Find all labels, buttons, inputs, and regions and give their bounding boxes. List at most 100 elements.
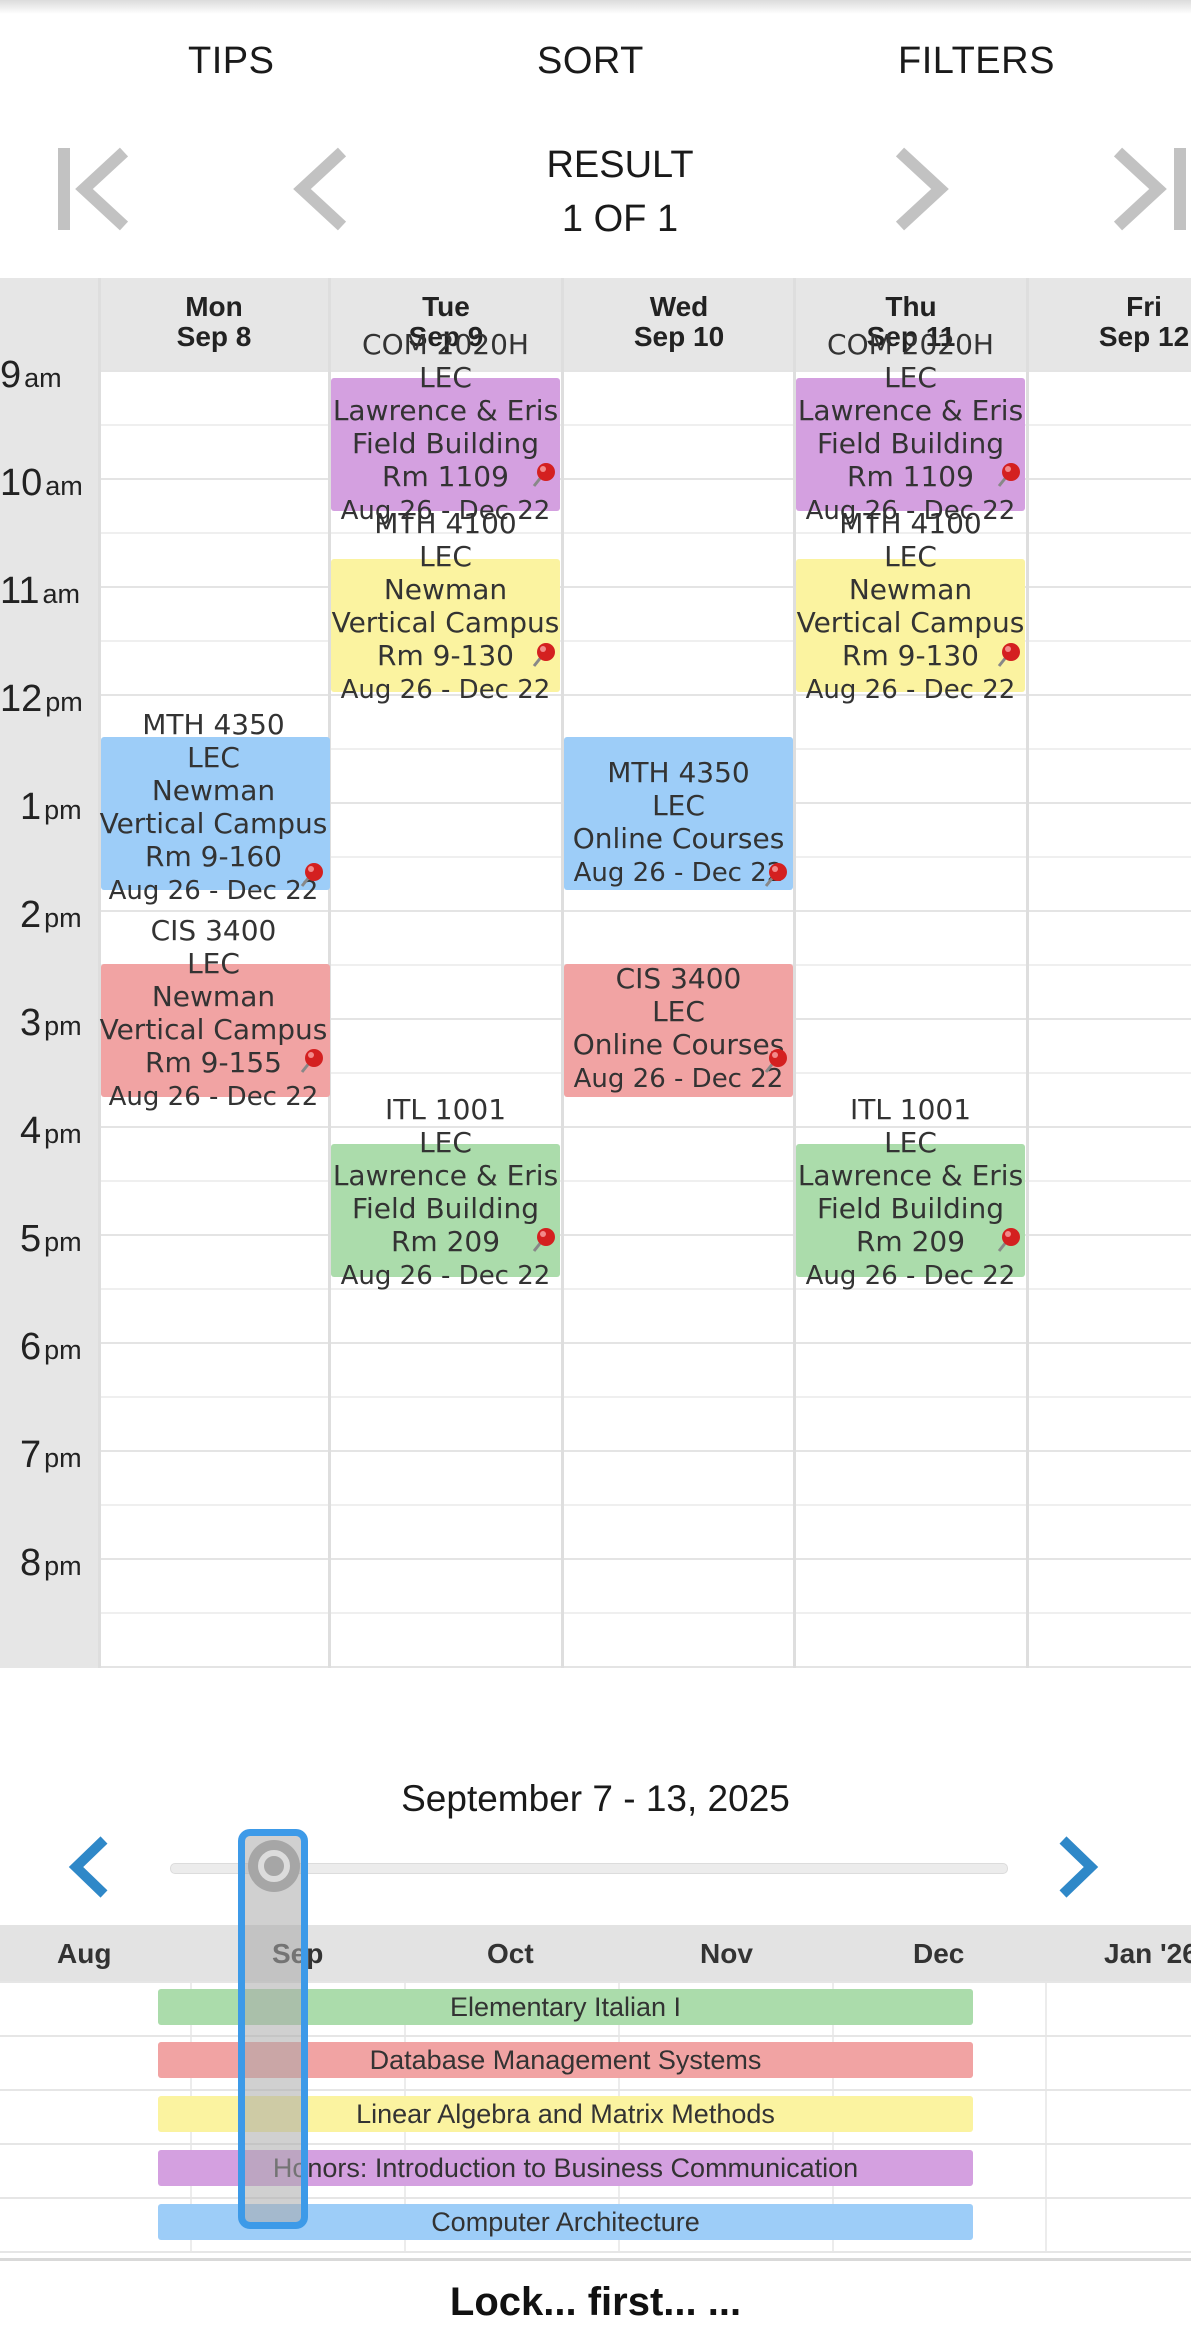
time-hour: 4: [20, 1110, 42, 1152]
event-title: ITL 1001: [384, 1093, 507, 1126]
event-type: LEC: [652, 789, 705, 822]
time-ampm: pm: [44, 1335, 82, 1365]
week-forward-icon[interactable]: [1055, 1834, 1103, 1900]
time-ampm: pm: [44, 1119, 82, 1149]
event-type: LEC: [884, 540, 937, 573]
pin-icon[interactable]: [528, 640, 558, 670]
time-label: 6 pm: [0, 1326, 115, 1369]
time-ampm: pm: [44, 1551, 82, 1581]
event-room: Lawrence & Eris Field Building Rm 1109: [332, 394, 559, 493]
time-hour: 5: [20, 1218, 42, 1260]
time-ampm: am: [24, 363, 62, 393]
time-label: 10 am: [0, 462, 95, 505]
event-dates: Aug 26 - Dec 22: [108, 1082, 319, 1112]
pin-icon[interactable]: [993, 460, 1023, 490]
day-of-week: Mon: [185, 291, 243, 322]
row-line: [0, 2251, 1191, 2253]
event-text: ITL 1001 LEC Lawrence & Eris Field Build…: [796, 1093, 1025, 1293]
event-room: Lawrence & Eris Field Building Rm 209: [332, 1159, 559, 1258]
next-page-icon[interactable]: [892, 146, 952, 232]
month-divider: [1045, 1981, 1047, 2251]
time-ampm: am: [42, 579, 80, 609]
day-of-week: Thu: [885, 291, 937, 322]
month-label: Jan '26: [1104, 1938, 1191, 1969]
pin-icon[interactable]: [528, 460, 558, 490]
week-slider-knob[interactable]: [248, 1840, 300, 1892]
time-ampm: pm: [44, 795, 82, 825]
month-label: Aug: [57, 1938, 112, 1969]
day-header-mon: Mon Sep 8: [99, 292, 329, 352]
event-text: COM 2020H LEC Lawrence & Eris Field Buil…: [796, 328, 1025, 528]
last-page-icon[interactable]: [1110, 146, 1191, 232]
time-label: 5 pm: [0, 1218, 115, 1261]
event-text: COM 2020H LEC Lawrence & Eris Field Buil…: [331, 328, 560, 528]
time-ampm: pm: [44, 1227, 82, 1257]
event-room: Online Courses: [572, 822, 785, 855]
time-hour: 8: [20, 1542, 42, 1584]
event-text: ITL 1001 LEC Lawrence & Eris Field Build…: [331, 1093, 560, 1293]
event-title: MTH 4100: [839, 507, 982, 540]
event-type: LEC: [419, 540, 472, 573]
event-type: LEC: [187, 947, 240, 980]
event-text: CIS 3400 LEC Newman Vertical Campus Rm 9…: [99, 914, 328, 1114]
sort-button[interactable]: SORT: [537, 40, 644, 83]
event-title: MTH 4100: [374, 507, 517, 540]
event-type: LEC: [884, 361, 937, 394]
time-label: 3 pm: [0, 1002, 115, 1045]
day-header-fri: Fri Sep 12: [1029, 292, 1191, 352]
day-of-week: Fri: [1126, 291, 1162, 322]
row-line: [0, 2197, 1191, 2199]
event-dates: Aug 26 - Dec 22: [108, 876, 319, 906]
filters-button[interactable]: FILTERS: [898, 40, 1055, 83]
row-line: [0, 2035, 1191, 2037]
event-title: CIS 3400: [150, 914, 277, 947]
row-line: [0, 2143, 1191, 2145]
result-count: 1 OF 1: [561, 198, 679, 240]
event-text: MTH 4350 LEC Newman Vertical Campus Rm 9…: [99, 708, 328, 908]
bottom-panel-title: Lock... first... ...: [449, 2280, 742, 2324]
pin-icon[interactable]: [993, 640, 1023, 670]
time-hour: 10: [0, 462, 43, 504]
event-room: Online Courses: [572, 1028, 785, 1061]
event-dates: Aug 26 - Dec 22: [573, 1064, 784, 1094]
event-text: MTH 4100 LEC Newman Vertical Campus Rm 9…: [796, 507, 1025, 707]
event-room: Newman Vertical Campus Rm 9-130: [796, 573, 1025, 672]
day-date: Sep 12: [1098, 321, 1190, 352]
event-title: COM 2020H: [362, 328, 529, 361]
time-hour: 3: [20, 1002, 42, 1044]
month-header: [0, 1925, 1191, 1981]
week-range-label: September 7 - 13, 2025: [401, 1778, 790, 1819]
day-date: Sep 8: [176, 321, 252, 352]
month-label: Oct: [487, 1938, 534, 1969]
pin-icon[interactable]: [296, 1046, 326, 1076]
tips-button[interactable]: TIPS: [188, 40, 274, 83]
result-label: RESULT: [546, 144, 694, 186]
pin-icon[interactable]: [993, 1225, 1023, 1255]
time-ampm: am: [45, 471, 83, 501]
event-type: LEC: [652, 995, 705, 1028]
result-counter: RESULT 1 OF 1: [500, 138, 740, 246]
event-text: MTH 4350 LEC Online Courses Aug 26 - Dec…: [564, 756, 793, 890]
time-hour: 11: [0, 570, 40, 612]
pin-icon[interactable]: [760, 860, 790, 890]
event-title: ITL 1001: [849, 1093, 972, 1126]
pin-icon[interactable]: [528, 1225, 558, 1255]
event-room: Lawrence & Eris Field Building Rm 1109: [797, 394, 1024, 493]
event-type: LEC: [884, 1126, 937, 1159]
event-dates: Aug 26 - Dec 22: [805, 1261, 1016, 1291]
time-ampm: pm: [44, 903, 82, 933]
time-label: 11 am: [0, 570, 95, 613]
bottom-divider: [0, 2258, 1191, 2261]
column-divider: [1026, 278, 1029, 1668]
event-room: Newman Vertical Campus Rm 9-130: [331, 573, 560, 672]
event-text: MTH 4100 LEC Newman Vertical Campus Rm 9…: [331, 507, 560, 707]
event-dates: Aug 26 - Dec 22: [573, 858, 784, 888]
pin-icon[interactable]: [760, 1046, 790, 1076]
day-of-week: Wed: [649, 291, 709, 322]
first-page-icon[interactable]: [56, 146, 132, 232]
pin-icon[interactable]: [296, 860, 326, 890]
row-line: [0, 2089, 1191, 2091]
previous-page-icon[interactable]: [290, 146, 350, 232]
event-dates: Aug 26 - Dec 22: [340, 675, 551, 705]
week-back-icon[interactable]: [64, 1834, 112, 1900]
